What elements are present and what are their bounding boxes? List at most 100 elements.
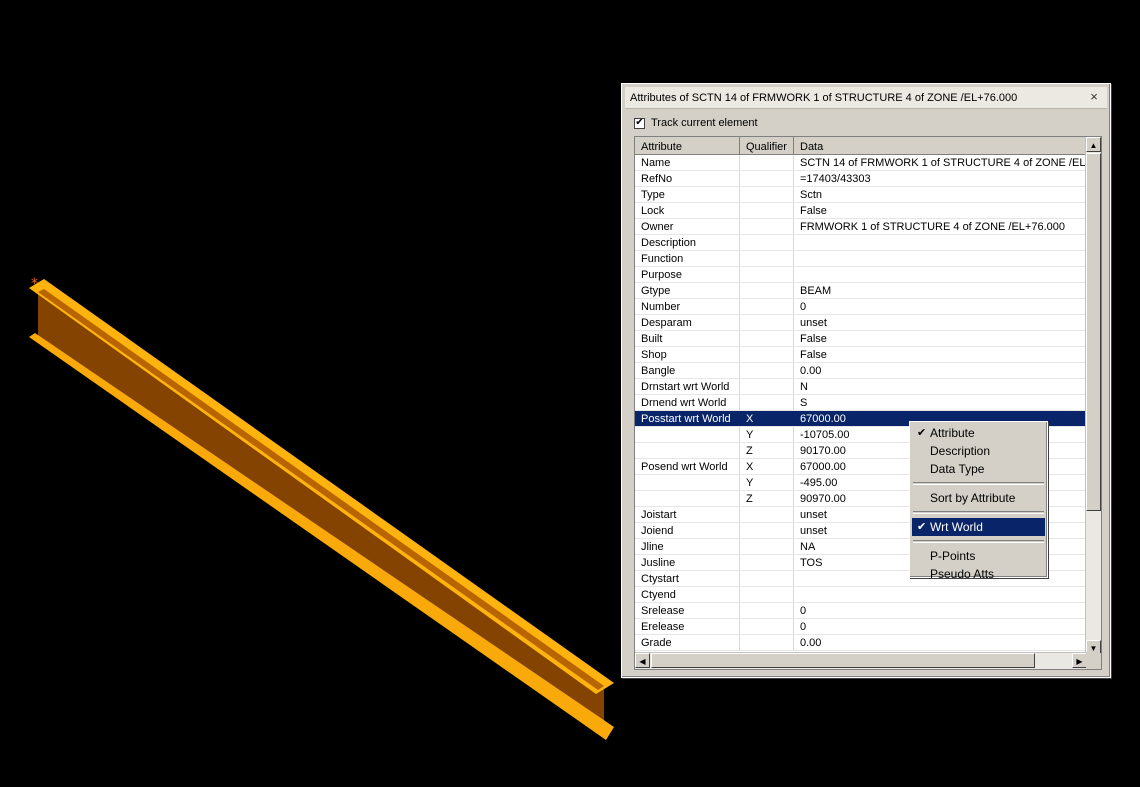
attribute-cell: Joistart — [635, 507, 740, 522]
menu-item-sort-by-attribute[interactable]: Sort by Attribute — [912, 489, 1045, 507]
table-row[interactable]: Erelease 0 — [635, 619, 1087, 635]
menu-item-label: Attribute — [930, 426, 975, 440]
attribute-cell: Ctyend — [635, 587, 740, 602]
table-row[interactable]: Drnstart wrt World N — [635, 379, 1087, 395]
data-cell: =17403/43303 — [794, 171, 1087, 186]
table-row[interactable]: Description — [635, 235, 1087, 251]
qualifier-cell: Y — [740, 427, 794, 442]
data-cell: N — [794, 379, 1087, 394]
qualifier-cell — [740, 299, 794, 314]
menu-item-wrt-world[interactable]: ✔ Wrt World — [912, 518, 1045, 536]
data-cell: False — [794, 203, 1087, 218]
menu-item-description[interactable]: Description — [912, 442, 1045, 460]
attribute-cell — [635, 491, 740, 506]
qualifier-cell — [740, 555, 794, 570]
attribute-cell: Number — [635, 299, 740, 314]
title-bar[interactable]: Attributes of SCTN 14 of FRMWORK 1 of ST… — [625, 87, 1107, 109]
steel-beam-model[interactable]: * — [0, 0, 640, 787]
attributes-window[interactable]: Attributes of SCTN 14 of FRMWORK 1 of ST… — [621, 83, 1111, 678]
attribute-cell: Jline — [635, 539, 740, 554]
beam-flange-edge — [38, 289, 604, 690]
attribute-cell: Name — [635, 155, 740, 170]
attribute-cell: Drnstart wrt World — [635, 379, 740, 394]
menu-item-data-type[interactable]: Data Type — [912, 460, 1045, 478]
header-qualifier[interactable]: Qualifier — [740, 137, 794, 154]
track-checkbox[interactable]: ✔ — [634, 117, 645, 129]
data-cell: BEAM — [794, 283, 1087, 298]
table-row[interactable]: RefNo =17403/43303 — [635, 171, 1087, 187]
qualifier-cell: Y — [740, 475, 794, 490]
scroll-left-icon[interactable]: ◀ — [635, 653, 650, 668]
data-cell: unset — [794, 315, 1087, 330]
qualifier-cell — [740, 235, 794, 250]
table-row[interactable]: Ctyend — [635, 587, 1087, 603]
table-row[interactable]: Purpose — [635, 267, 1087, 283]
window-title: Attributes of SCTN 14 of FRMWORK 1 of ST… — [630, 92, 1018, 104]
data-cell: S — [794, 395, 1087, 410]
attribute-cell — [635, 427, 740, 442]
data-cell: 0.00 — [794, 363, 1087, 378]
table-row[interactable]: Gtype BEAM — [635, 283, 1087, 299]
table-row[interactable]: Type Sctn — [635, 187, 1087, 203]
attribute-cell: Joiend — [635, 523, 740, 538]
header-data[interactable]: Data — [794, 137, 1087, 154]
table-row[interactable]: Drnend wrt World S — [635, 395, 1087, 411]
table-row[interactable]: Name SCTN 14 of FRMWORK 1 of STRUCTURE 4 … — [635, 155, 1087, 171]
origin-marker: * — [31, 276, 38, 292]
qualifier-cell — [740, 539, 794, 554]
qualifier-cell — [740, 171, 794, 186]
menu-separator — [913, 540, 1044, 543]
check-icon: ✔ — [635, 117, 644, 128]
attribute-cell: Desparam — [635, 315, 740, 330]
qualifier-cell — [740, 283, 794, 298]
table-row[interactable]: Function — [635, 251, 1087, 267]
data-cell: 0 — [794, 299, 1087, 314]
attribute-cell: Drnend wrt World — [635, 395, 740, 410]
qualifier-cell — [740, 187, 794, 202]
qualifier-cell — [740, 395, 794, 410]
scroll-right-icon[interactable]: ▶ — [1072, 653, 1087, 668]
attribute-cell: Purpose — [635, 267, 740, 282]
table-row[interactable]: Built False — [635, 331, 1087, 347]
vertical-scroll-thumb[interactable] — [1086, 153, 1101, 511]
attribute-cell: Lock — [635, 203, 740, 218]
qualifier-cell: X — [740, 411, 794, 426]
data-cell — [794, 251, 1087, 266]
attribute-cell: Srelease — [635, 603, 740, 618]
attribute-cell — [635, 475, 740, 490]
qualifier-cell: X — [740, 459, 794, 474]
beam-bottom-flange — [29, 333, 614, 740]
vertical-scrollbar[interactable]: ▲ ▼ — [1085, 137, 1101, 655]
scroll-up-icon[interactable]: ▲ — [1086, 137, 1101, 152]
attributes-grid[interactable]: Attribute Qualifier Data Name SCTN 14 of … — [634, 136, 1102, 670]
horizontal-scroll-thumb[interactable] — [651, 653, 1035, 668]
qualifier-cell — [740, 363, 794, 378]
menu-item-label: Description — [930, 444, 991, 458]
table-row[interactable]: Srelease 0 — [635, 603, 1087, 619]
table-row[interactable]: Desparam unset — [635, 315, 1087, 331]
header-attribute[interactable]: Attribute — [635, 137, 740, 154]
table-row[interactable]: Number 0 — [635, 299, 1087, 315]
table-row[interactable]: Shop False — [635, 347, 1087, 363]
menu-separator — [913, 482, 1044, 485]
close-icon[interactable]: × — [1087, 90, 1101, 104]
menu-item-pseudo-atts[interactable]: Pseudo Atts — [912, 565, 1045, 583]
check-icon: ✔ — [917, 521, 927, 533]
table-row[interactable]: Bangle 0.00 — [635, 363, 1087, 379]
table-row[interactable]: Grade 0.00 — [635, 635, 1087, 651]
table-row[interactable]: Owner FRMWORK 1 of STRUCTURE 4 of ZONE /E… — [635, 219, 1087, 235]
qualifier-cell — [740, 379, 794, 394]
table-row[interactable]: Lock False — [635, 203, 1087, 219]
menu-item-label: Wrt World — [930, 520, 983, 534]
track-current-element[interactable]: ✔ Track current element — [634, 115, 758, 131]
menu-item-attribute[interactable]: ✔ Attribute — [912, 424, 1045, 442]
horizontal-scrollbar[interactable]: ◀ ▶ — [635, 652, 1087, 669]
qualifier-cell — [740, 331, 794, 346]
qualifier-cell — [740, 523, 794, 538]
qualifier-cell — [740, 347, 794, 362]
menu-item-label: P-Points — [930, 549, 976, 563]
menu-item-p-points[interactable]: P-Points — [912, 547, 1045, 565]
attribute-cell: Gtype — [635, 283, 740, 298]
attribute-cell: Posstart wrt World — [635, 411, 740, 426]
qualifier-cell — [740, 587, 794, 602]
